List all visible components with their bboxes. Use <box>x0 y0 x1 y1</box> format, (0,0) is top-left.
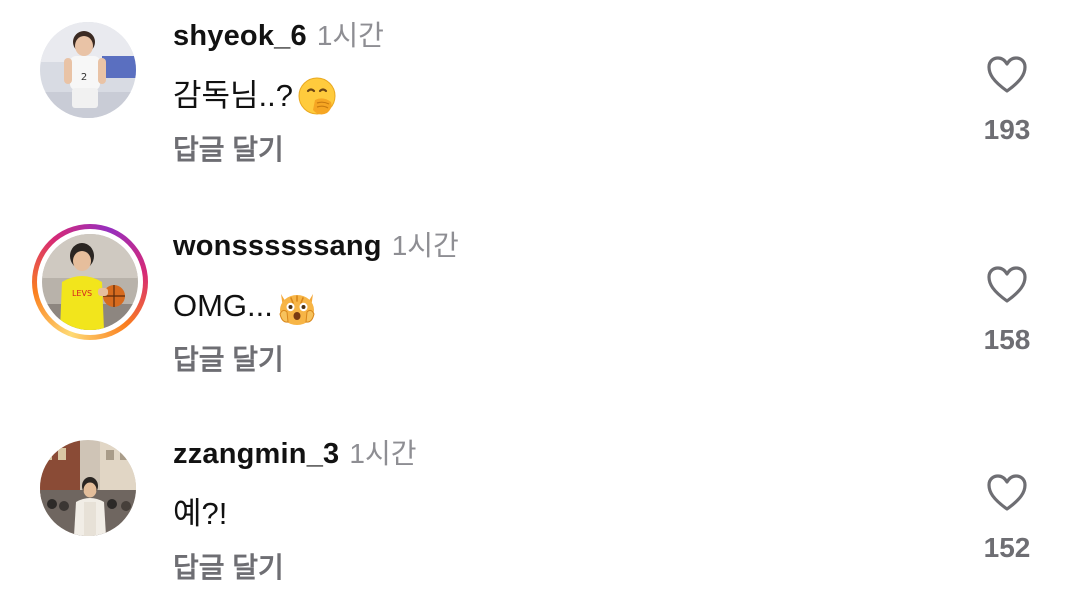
comment-text: OMG... <box>173 284 319 328</box>
avatar-image: 2 <box>40 22 136 118</box>
avatar[interactable] <box>40 440 136 536</box>
avatar-image <box>40 440 136 536</box>
timestamp: 1시간 <box>349 438 417 469</box>
comment-header: zzangmin_3 1시간 <box>173 434 416 479</box>
svg-text:LEVS: LEVS <box>72 289 92 298</box>
avatar[interactable]: LEVS <box>42 234 138 330</box>
username[interactable]: wonssssssang <box>173 230 382 262</box>
weary-cat-emoji <box>275 284 319 328</box>
heart-outline-icon[interactable] <box>980 56 1034 96</box>
comment-text: 예?! <box>173 492 227 536</box>
heart-outline-icon[interactable] <box>980 266 1034 306</box>
comment-header: shyeok_6 1시간 <box>173 16 384 61</box>
reply-button[interactable]: 답글 달기 <box>173 340 284 380</box>
svg-text:2: 2 <box>81 72 87 83</box>
comment-body: 감독님..? <box>173 78 294 113</box>
like-count: 152 <box>983 532 1031 563</box>
story-ring[interactable]: LEVS <box>32 224 148 340</box>
comment-body: OMG... <box>173 288 273 323</box>
comment-body: 예?! <box>173 496 228 531</box>
comment-header: wonssssssang 1시간 <box>173 226 459 271</box>
comment-text: 감독님..? <box>173 74 339 118</box>
reply-button[interactable]: 답글 달기 <box>173 130 284 170</box>
hand-over-mouth-emoji <box>295 74 339 118</box>
username[interactable]: zzangmin_3 <box>173 438 339 470</box>
avatar-image: LEVS <box>42 234 138 330</box>
avatar[interactable]: 2 <box>40 22 136 118</box>
timestamp: 1시간 <box>391 230 459 261</box>
heart-outline-icon[interactable] <box>980 474 1034 514</box>
username[interactable]: shyeok_6 <box>173 20 307 52</box>
like-count: 158 <box>983 324 1031 355</box>
reply-button[interactable]: 답글 달기 <box>173 548 284 588</box>
like-count: 193 <box>983 114 1031 145</box>
timestamp: 1시간 <box>316 20 384 51</box>
